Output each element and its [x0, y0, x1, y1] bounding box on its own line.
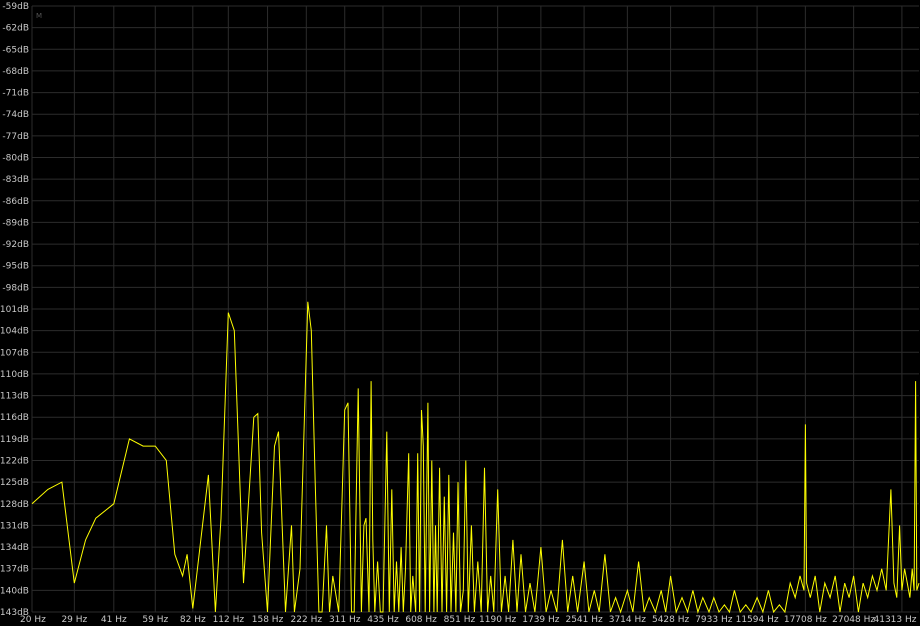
- corner-marker-label: M: [36, 12, 42, 20]
- x-tick-label: 851 Hz: [444, 615, 476, 625]
- y-tick-label: -134dB: [0, 543, 29, 553]
- y-tick-label: -80dB: [2, 154, 29, 164]
- y-tick-label: -140dB: [0, 586, 29, 596]
- y-tick-label: -128dB: [0, 500, 29, 510]
- y-tick-label: -122dB: [0, 457, 29, 467]
- y-tick-label: -95dB: [2, 262, 29, 272]
- y-tick-label: -59dB: [2, 2, 29, 12]
- x-tick-label: 2541 Hz: [565, 615, 603, 625]
- y-tick-label: -113dB: [0, 392, 29, 402]
- y-tick-label: -86dB: [2, 197, 29, 207]
- x-tick-label: 435 Hz: [367, 615, 399, 625]
- x-tick-label: 41 Hz: [101, 615, 127, 625]
- x-tick-label: 311 Hz: [329, 615, 361, 625]
- x-tick-label: 27048 Hz: [832, 615, 875, 625]
- x-tick-label: 1190 Hz: [479, 615, 517, 625]
- y-tick-label: -83dB: [2, 175, 29, 185]
- y-tick-label: -110dB: [0, 370, 29, 380]
- x-tick-label: 7933 Hz: [695, 615, 733, 625]
- y-tick-label: -107dB: [0, 348, 29, 358]
- x-tick-label: 17708 Hz: [784, 615, 827, 625]
- y-tick-label: -104dB: [0, 327, 29, 337]
- y-tick-label: -116dB: [0, 413, 29, 423]
- y-tick-label: -119dB: [0, 435, 29, 445]
- x-tick-label: 222 Hz: [291, 615, 323, 625]
- plot-background: [0, 0, 920, 626]
- x-tick-label: 1739 Hz: [522, 615, 560, 625]
- y-tick-label: -74dB: [2, 110, 29, 120]
- y-axis-labels: -59dB -62dB -65dB -68dB -71dB -74dB -77dB -80dB…: [0, 2, 29, 618]
- x-tick-label: 59 Hz: [142, 615, 168, 625]
- y-tick-label: -101dB: [0, 305, 29, 315]
- spectrum-plot: -59dB -62dB -65dB -68dB -71dB -74dB -77dB -80dB…: [0, 0, 920, 626]
- y-tick-label: -71dB: [2, 89, 29, 99]
- x-tick-label: 5428 Hz: [652, 615, 690, 625]
- x-tick-label: 112 Hz: [213, 615, 245, 625]
- y-tick-label: -137dB: [0, 565, 29, 575]
- x-tick-label: 3714 Hz: [609, 615, 647, 625]
- x-tick-label: 82 Hz: [180, 615, 206, 625]
- y-tick-label: -77dB: [2, 132, 29, 142]
- y-tick-label: -65dB: [2, 45, 29, 55]
- x-tick-label: 11594 Hz: [736, 615, 779, 625]
- y-tick-label: -62dB: [2, 24, 29, 34]
- y-tick-label: -68dB: [2, 67, 29, 77]
- y-tick-label: -125dB: [0, 478, 29, 488]
- y-tick-label: -98dB: [2, 283, 29, 293]
- x-tick-label: 41313 Hz: [874, 615, 917, 625]
- x-tick-label: 608 Hz: [405, 615, 437, 625]
- x-tick-label: 29 Hz: [61, 615, 87, 625]
- y-tick-label: -131dB: [0, 521, 29, 531]
- x-tick-label: 20 Hz: [20, 615, 46, 625]
- x-tick-label: 158 Hz: [252, 615, 284, 625]
- y-tick-label: -92dB: [2, 240, 29, 250]
- y-tick-label: -89dB: [2, 218, 29, 228]
